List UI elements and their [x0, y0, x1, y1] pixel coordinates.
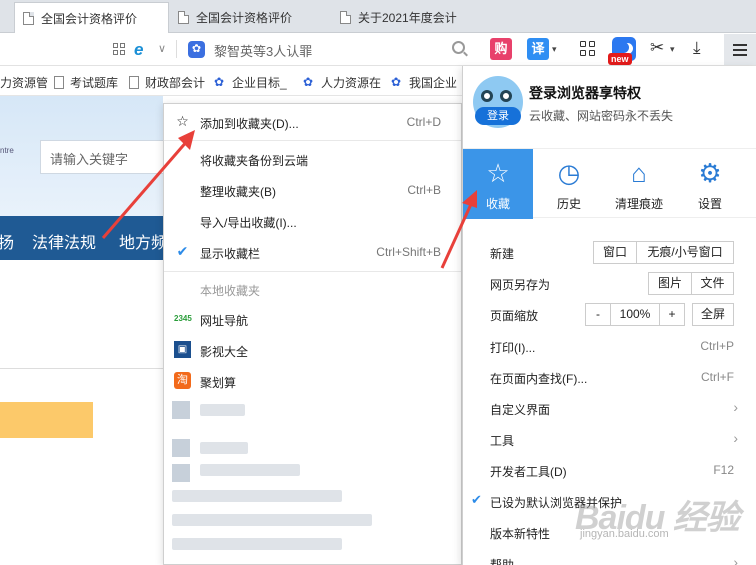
annotation-arrows — [101, 130, 477, 269]
annotation-arrowhead — [462, 190, 477, 208]
annotation-arrow — [440, 201, 474, 269]
annotation-arrow — [101, 139, 190, 239]
watermark-url: jingyan.baidu.com — [580, 528, 669, 540]
